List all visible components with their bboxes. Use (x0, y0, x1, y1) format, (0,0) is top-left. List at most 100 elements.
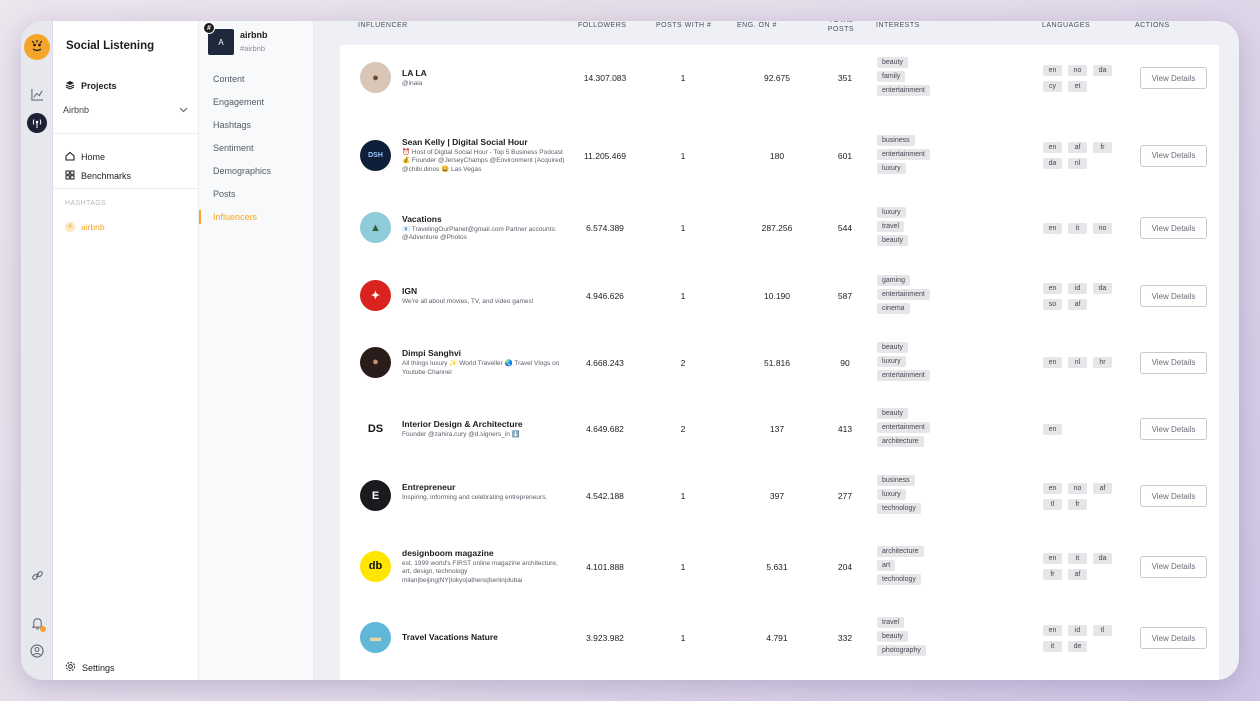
view-details-button[interactable]: View Details (1140, 485, 1207, 507)
table-row[interactable]: ● Dimpi Sanghvi All things luxury ✨ World … (340, 329, 1219, 396)
divider (53, 133, 199, 134)
language-tag: de (1068, 640, 1087, 652)
interest-tag: art (877, 559, 896, 571)
table-row[interactable]: DS Interior Design & Architecture Founder … (340, 396, 1219, 462)
engagement-count: 137 (769, 424, 785, 434)
interest-tag: technology (877, 573, 921, 585)
header-followers[interactable]: FOLLOWERS (578, 22, 626, 29)
influencer-avatar[interactable]: ✦ (360, 280, 391, 311)
languages-list: en af fr da nl (1043, 142, 1123, 169)
user-profile-icon[interactable] (26, 640, 48, 662)
table-row[interactable]: DSH Sean Kelly | Digital Social Hour ⏰ Hos… (340, 118, 1219, 193)
submenu-engagement[interactable]: Engagement (213, 97, 264, 107)
interest-tag: beauty (877, 408, 909, 419)
influencer-avatar[interactable]: ● (360, 62, 391, 93)
table-row[interactable]: E Entrepreneur Inspiring, informing and ce… (340, 462, 1219, 530)
engagement-count: 92.675 (764, 73, 790, 83)
avatar-glyph: ● (372, 71, 379, 84)
submenu-sentiment[interactable]: Sentiment (213, 143, 254, 153)
posts-with-count: 1 (680, 150, 686, 161)
influencer-name[interactable]: Dimpi Sanghvi (402, 348, 461, 358)
header-total-posts[interactable]: TOTAL POSTS (820, 21, 862, 35)
view-details-button[interactable]: View Details (1140, 285, 1207, 307)
interest-tag: photography (877, 645, 926, 656)
posts-with-count: 1 (680, 73, 686, 83)
influencer-name[interactable]: IGN (402, 286, 417, 296)
table-row[interactable]: ● LA LA @inala 14.307.083 1 92.675 351 beauty fa… (340, 45, 1219, 111)
table-row[interactable]: ▬ Travel Vacations Nature 3.923.982 1 4.791 3… (340, 603, 1219, 673)
influencer-bio: ⏰ Host of Digital Social Hour - Top 5 Bu… (402, 148, 565, 174)
view-details-button[interactable]: View Details (1140, 418, 1207, 440)
hashtag-item-label: airbnb (81, 222, 105, 232)
avatar-glyph: ● (372, 356, 379, 368)
language-tag: nl (1068, 357, 1087, 368)
view-details-button[interactable]: View Details (1140, 555, 1207, 578)
influencer-name[interactable]: designboom magazine (402, 548, 494, 558)
influencer-avatar[interactable]: DSH (360, 139, 391, 171)
submenu-hashtags[interactable]: Hashtags (213, 120, 251, 130)
submenu-demographics[interactable]: Demographics (213, 166, 271, 176)
followers-count: 4.542.188 (586, 491, 624, 501)
nav-benchmarks[interactable]: Benchmarks (65, 170, 131, 182)
influencer-avatar[interactable]: ▲ (360, 212, 391, 243)
listening-icon[interactable] (26, 112, 48, 134)
home-icon (65, 151, 75, 163)
languages-list: en it no (1043, 222, 1123, 234)
interest-tag: business (877, 475, 915, 486)
influencer-avatar[interactable]: ● (360, 346, 391, 378)
notification-bell-icon[interactable] (26, 612, 48, 634)
languages-list: en it da fr af (1043, 553, 1123, 580)
submenu-content[interactable]: Content (213, 74, 245, 84)
influencer-avatar[interactable]: ▬ (360, 622, 391, 653)
languages-list: en (1043, 423, 1123, 435)
followers-count: 4.946.626 (586, 291, 624, 301)
influencer-name[interactable]: Travel Vacations Nature (402, 632, 498, 642)
total-posts-count: 601 (837, 150, 853, 161)
view-details-button[interactable]: View Details (1140, 217, 1207, 239)
language-tag: en (1043, 423, 1062, 435)
influencer-name[interactable]: Sean Kelly | Digital Social Hour (402, 137, 528, 147)
view-details-button[interactable]: View Details (1140, 351, 1207, 374)
engagement-count: 10.190 (764, 291, 790, 301)
submenu-influencers[interactable]: Influencers (213, 212, 257, 222)
active-indicator (199, 210, 201, 224)
influencer-avatar[interactable]: E (360, 480, 391, 511)
analytics-icon[interactable] (26, 83, 48, 105)
submenu-posts[interactable]: Posts (213, 189, 236, 199)
table-row[interactable]: db designboom magazine est. 1999 world's F… (340, 530, 1219, 603)
link-icon[interactable] (26, 564, 48, 586)
hashtag-item-airbnb[interactable]: # airbnb (65, 222, 105, 232)
layers-icon (65, 80, 75, 92)
view-details-button[interactable]: View Details (1140, 627, 1207, 649)
engagement-count: 397 (769, 491, 785, 501)
view-details-button[interactable]: View Details (1140, 67, 1207, 89)
language-tag: no (1068, 64, 1087, 76)
table-row[interactable]: ▲ Vacations 📧 TravelingOurPlanet@gmail.com… (340, 193, 1219, 263)
header-eng-on[interactable]: ENG. ON # (737, 22, 777, 29)
influencer-name[interactable]: Vacations (402, 214, 442, 224)
posts-with-count: 1 (680, 223, 686, 233)
influencers-table: ● LA LA @inala 14.307.083 1 92.675 351 beauty fa… (340, 45, 1219, 680)
nav-settings[interactable]: Settings (65, 661, 115, 674)
total-posts-count: 204 (837, 561, 853, 572)
total-posts-count: 587 (837, 291, 853, 301)
logo-icon[interactable] (24, 34, 50, 60)
posts-with-count: 2 (680, 357, 686, 368)
influencer-name[interactable]: Interior Design & Architecture (402, 419, 523, 429)
influencer-name[interactable]: LA LA (402, 68, 427, 78)
project-select[interactable]: Airbnb (63, 105, 188, 115)
influencer-avatar[interactable]: DS (360, 413, 391, 444)
interest-tag: entertainment (877, 85, 930, 96)
nav-home[interactable]: Home (65, 151, 105, 163)
view-details-button[interactable]: View Details (1140, 144, 1207, 167)
influencer-bio: We're all about movies, TV, and video ga… (402, 298, 534, 305)
table-row[interactable]: ✦ IGN We're all about movies, TV, and vide… (340, 263, 1219, 329)
account-card[interactable]: A # airbnb #airbnb (203, 22, 308, 57)
posts-with-count: 1 (680, 561, 686, 572)
influencer-avatar[interactable]: db (360, 550, 391, 582)
projects-heading[interactable]: Projects (65, 80, 117, 92)
header-posts-with[interactable]: POSTS WITH # (656, 22, 711, 29)
language-tag: nl (1068, 158, 1087, 169)
notification-dot (40, 626, 46, 632)
influencer-name[interactable]: Entrepreneur (402, 482, 455, 492)
